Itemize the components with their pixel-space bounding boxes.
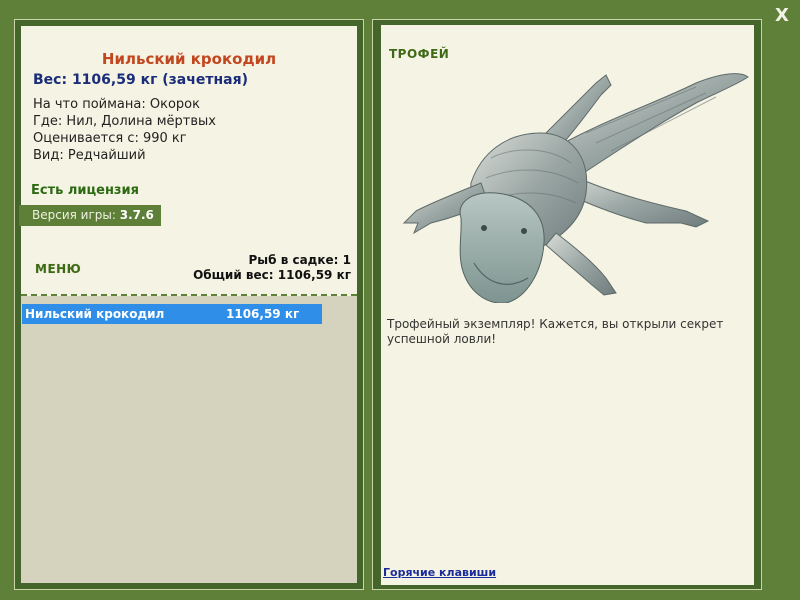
keepnet-total: Общий вес: 1106,59 кг bbox=[193, 268, 351, 282]
fish-info-panel: Нильский крокодил Вес: 1106,59 кг (зачет… bbox=[14, 19, 364, 590]
version-bar: Версия игры: 3.7.6 bbox=[19, 205, 161, 226]
version-value: 3.7.6 bbox=[119, 208, 154, 222]
trophy-panel: ТРОФЕЙ Трофейный экземпляр! Кажется, вы … bbox=[372, 19, 762, 590]
catch-item-name: Нильский крокодил bbox=[25, 307, 165, 321]
license-status: Есть лицензия bbox=[31, 183, 139, 198]
divider bbox=[21, 294, 357, 296]
crocodile-trophy-image bbox=[402, 73, 749, 303]
trophy-label: ТРОФЕЙ bbox=[389, 47, 450, 61]
fish-name-title: Нильский крокодил bbox=[101, 50, 277, 68]
kind-line: Вид: Редчайший bbox=[33, 148, 146, 163]
bait-line: На что поймана: Окорок bbox=[33, 97, 200, 112]
hotkeys-link[interactable]: Горячие клавиши bbox=[383, 566, 496, 579]
keepnet-stats: Рыб в садке: 1 Общий вес: 1106,59 кг bbox=[193, 253, 351, 283]
trophy-message: Трофейный экземпляр! Кажется, вы открыли… bbox=[387, 317, 724, 346]
fish-details: Нильский крокодил Вес: 1106,59 кг (зачет… bbox=[19, 26, 357, 296]
fish-info-lines: На что поймана: Окорок Где: Нил, Долина … bbox=[33, 96, 216, 164]
catch-list-item[interactable]: Нильский крокодил 1106,59 кг bbox=[22, 304, 322, 324]
fish-weight: Вес: 1106,59 кг (зачетная) bbox=[33, 72, 248, 88]
value-line: Оценивается с: 990 кг bbox=[33, 131, 187, 146]
place-line: Где: Нил, Долина мёртвых bbox=[33, 114, 216, 129]
fish-info-inner: Нильский крокодил Вес: 1106,59 кг (зачет… bbox=[19, 26, 357, 583]
trophy-inner: ТРОФЕЙ Трофейный экземпляр! Кажется, вы … bbox=[381, 25, 754, 585]
catch-item-weight: 1106,59 кг bbox=[226, 307, 300, 321]
menu-button[interactable]: МЕНЮ bbox=[35, 262, 81, 276]
close-button[interactable]: X bbox=[770, 4, 794, 28]
keepnet-count: Рыб в садке: 1 bbox=[248, 253, 352, 267]
version-label: Версия игры: bbox=[32, 208, 120, 222]
